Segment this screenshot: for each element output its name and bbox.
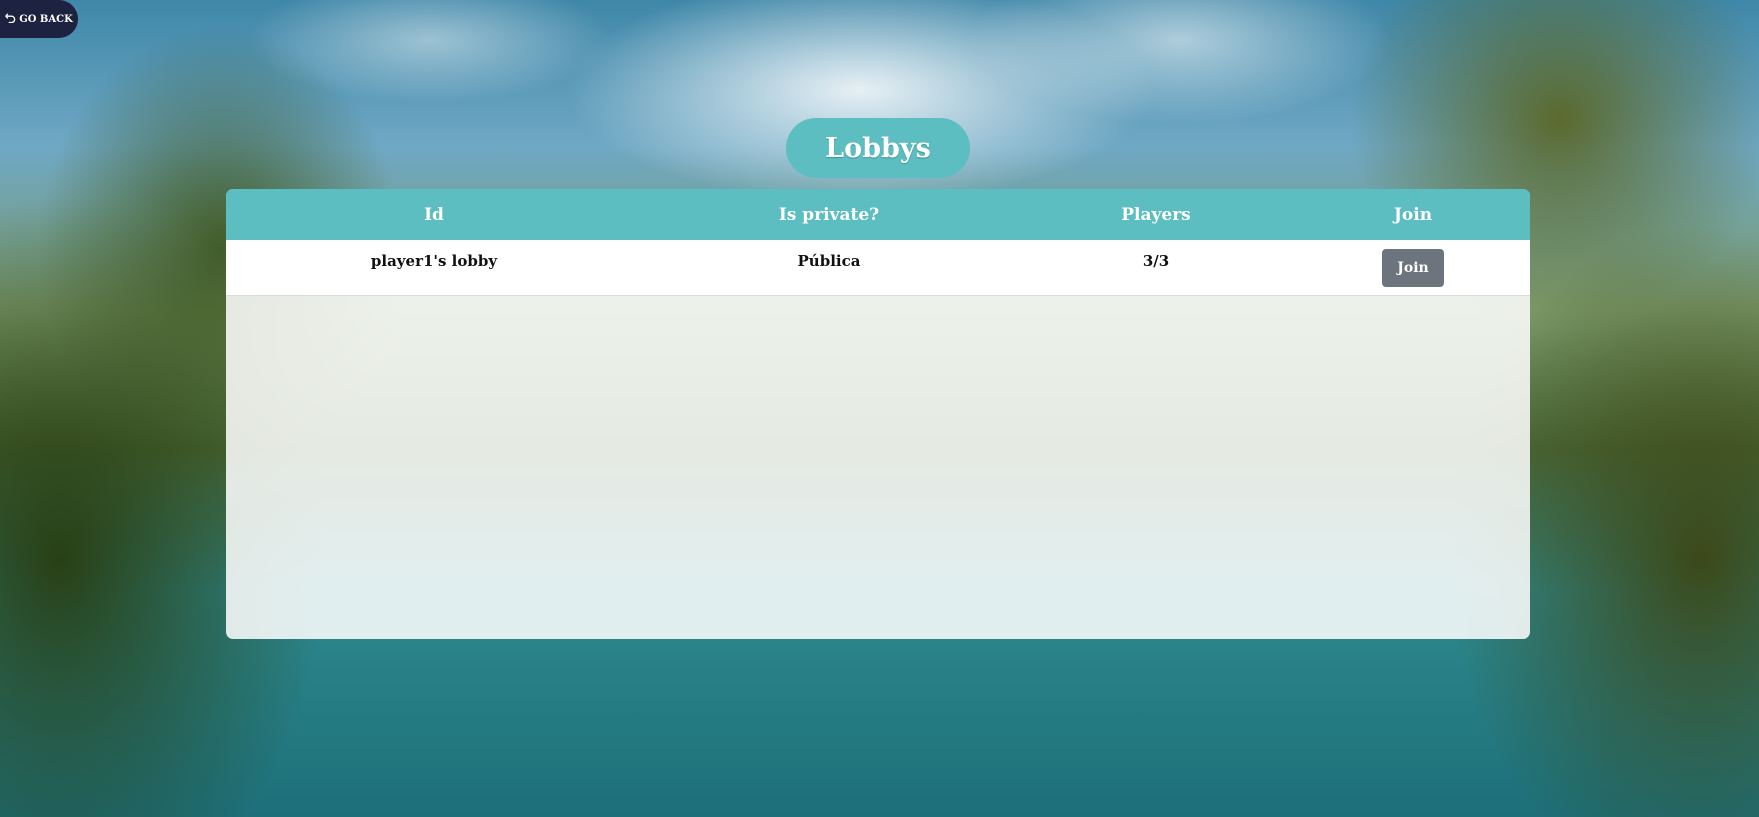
- page-title: Lobbys: [786, 118, 970, 178]
- lobby-players: 3/3: [1142, 252, 1170, 270]
- undo-arrow-icon: [5, 12, 16, 26]
- table-header: Id Is private? Players Join: [226, 189, 1530, 240]
- column-header-join: Join: [1393, 204, 1433, 225]
- column-header-id: Id: [424, 204, 444, 225]
- join-cell: Join: [1296, 240, 1530, 287]
- go-back-button[interactable]: GO BACK: [0, 0, 78, 38]
- go-back-label: GO BACK: [19, 13, 73, 25]
- column-header-players: Players: [1121, 204, 1191, 225]
- lobby-privacy: Pública: [797, 252, 861, 270]
- table-row: player1's lobby Pública 3/3 Join: [226, 240, 1530, 296]
- join-button[interactable]: Join: [1382, 249, 1444, 287]
- lobby-table: Id Is private? Players Join player1's lo…: [226, 189, 1530, 639]
- column-header-private: Is private?: [778, 204, 880, 225]
- lobby-id: player1's lobby: [370, 252, 498, 270]
